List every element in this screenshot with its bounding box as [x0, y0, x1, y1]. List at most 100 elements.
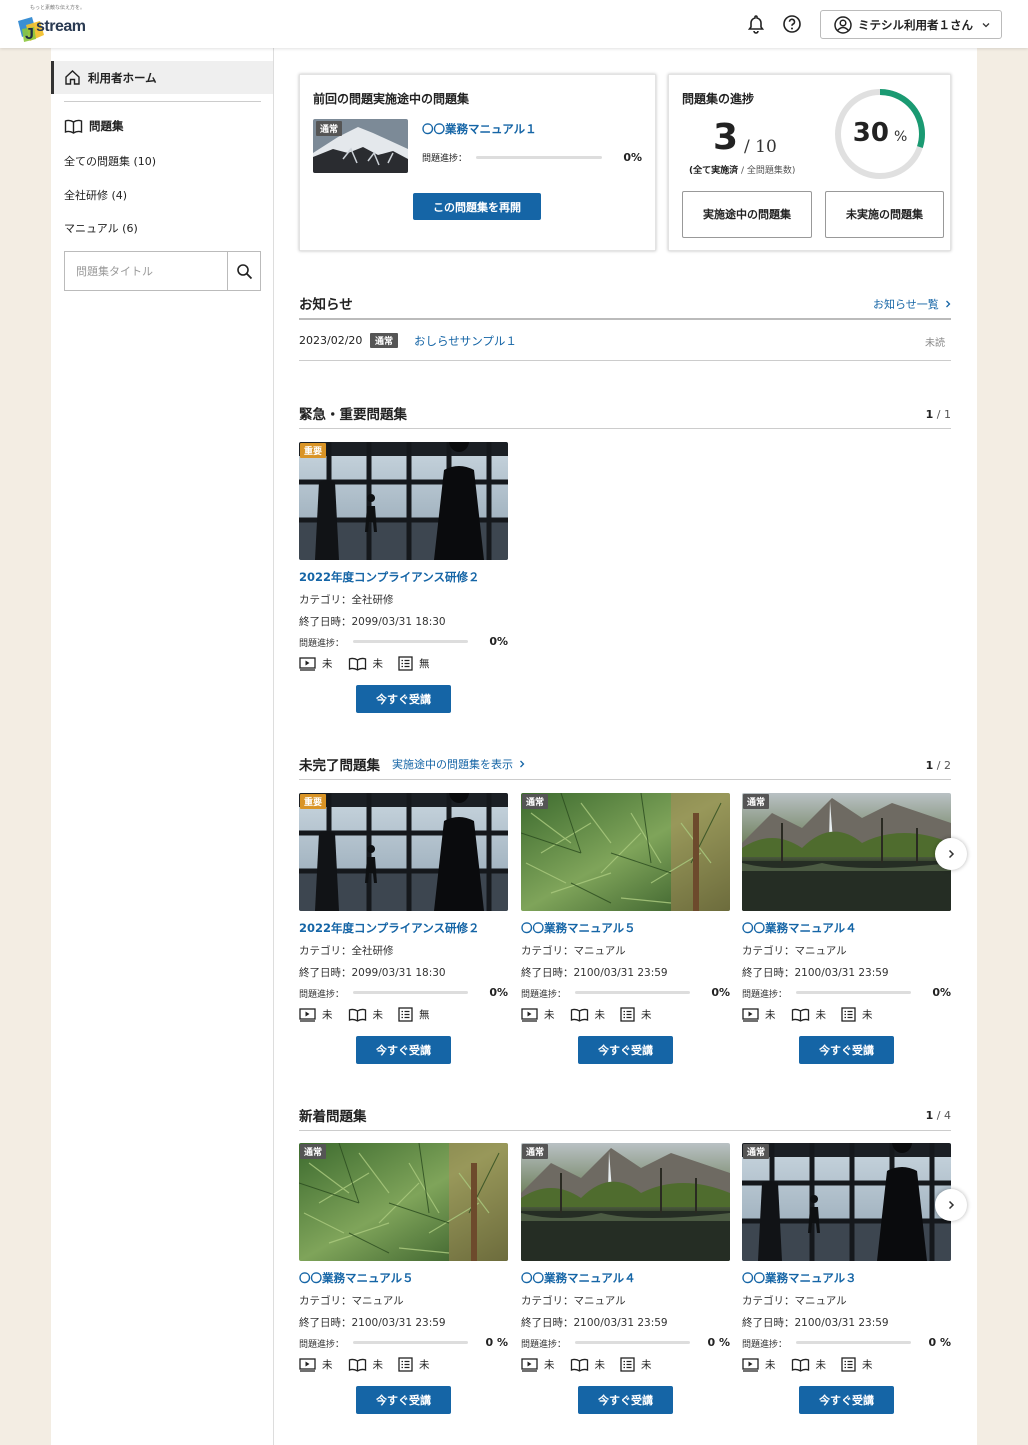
- category-value: マニュアル: [794, 1295, 847, 1307]
- news-title: お知らせ: [299, 297, 353, 313]
- workbook-status-row: 未 未 無: [299, 1007, 445, 1022]
- workbook-badge: 重要: [300, 794, 327, 809]
- workbook-title-link[interactable]: 〇〇業務マニュアル４: [521, 1270, 636, 1286]
- sidebar: 利用者ホーム 問題集 全ての問題集 (10) 全社研修 (4) マニュアル (6…: [51, 48, 274, 1445]
- workbook-status-row: 未 未 無: [299, 656, 445, 671]
- workbook-thumbnail[interactable]: [299, 442, 508, 560]
- progress-bar: [796, 1341, 911, 1344]
- list-icon: [398, 1007, 413, 1022]
- urgent-page-total: / 1: [933, 408, 951, 421]
- book-status: 未: [594, 1009, 606, 1021]
- workbook-card: 通常 〇〇業務マニュアル４ カテゴリ：マニュアル 終了日時：2100/03/31…: [742, 793, 951, 1083]
- progress-bar: [575, 991, 690, 994]
- end-date-value: 2100/03/31 23:59: [573, 1317, 668, 1329]
- list-status: 未: [641, 1009, 652, 1021]
- sidebar-item-manual[interactable]: マニュアル (6): [64, 220, 138, 236]
- workbook-badge: 通常: [300, 1144, 327, 1159]
- workbook-title-link[interactable]: 2022年度コンプライアンス研修２: [299, 569, 479, 585]
- workbook-thumbnail[interactable]: [299, 1143, 508, 1261]
- bell-icon[interactable]: [746, 14, 766, 34]
- workbook-title-link[interactable]: 〇〇業務マニュアル５: [521, 920, 636, 936]
- workbook-card: 通常 〇〇業務マニュアル５ カテゴリ：マニュアル 終了日時：2100/03/31…: [521, 793, 730, 1083]
- start-now-button[interactable]: 今すぐ受講: [356, 1036, 451, 1064]
- progress-label: 問題進捗：: [521, 990, 567, 1000]
- workbook-badge: 通常: [743, 794, 770, 809]
- help-icon[interactable]: [782, 14, 802, 34]
- resume-button[interactable]: この問題集を再開: [413, 193, 541, 220]
- count-caption: (全て実施済 / 全問題集数): [689, 163, 795, 176]
- news-badge: 通常: [370, 333, 399, 348]
- percent-value: 30: [852, 118, 889, 148]
- chevron-down-icon: [982, 22, 990, 27]
- chevron-right-icon: [948, 849, 955, 859]
- start-now-button[interactable]: 今すぐ受講: [356, 1386, 451, 1414]
- sidebar-item-all[interactable]: 全ての問題集 (10): [64, 153, 156, 169]
- sidebar-section-workbooks: 問題集: [64, 118, 124, 134]
- workbook-end-date: 終了日時：2100/03/31 23:59: [521, 1315, 668, 1330]
- workbook-category: カテゴリ：マニュアル: [521, 1293, 626, 1308]
- resume-workbook-link[interactable]: 〇〇業務マニュアル１: [422, 121, 537, 137]
- workbook-title-link[interactable]: 〇〇業務マニュアル５: [299, 1270, 414, 1286]
- chevron-right-icon: [945, 300, 951, 308]
- user-circle-icon: [834, 15, 852, 34]
- workbook-title-link[interactable]: 〇〇業務マニュアル３: [742, 1270, 857, 1286]
- end-date-value: 2100/03/31 23:59: [794, 967, 889, 979]
- workbook-category: カテゴリ：全社研修: [299, 943, 394, 958]
- progress-value: 0 %: [707, 1336, 730, 1349]
- workbook-thumbnail[interactable]: [299, 793, 508, 911]
- workbook-end-date: 終了日時：2099/03/31 18:30: [299, 614, 446, 629]
- jstream-logo[interactable]: もっと素敵な伝え方を。 J stream: [12, 4, 96, 44]
- start-now-button[interactable]: 今すぐ受講: [578, 1036, 673, 1064]
- completed-count: 3: [713, 117, 739, 158]
- progress-bar: [353, 640, 468, 643]
- search-button[interactable]: [227, 252, 260, 290]
- workbook-thumbnail[interactable]: [521, 793, 730, 911]
- start-now-button[interactable]: 今すぐ受講: [799, 1036, 894, 1064]
- video-icon: [521, 1357, 538, 1372]
- inprogress-workbooks-button[interactable]: 実施途中の問題集: [682, 191, 812, 238]
- workbook-end-date: 終了日時：2099/03/31 18:30: [299, 965, 446, 980]
- workbook-thumbnail[interactable]: [742, 1143, 951, 1261]
- list-icon: [398, 1357, 413, 1372]
- newest-next-button[interactable]: [935, 1189, 967, 1221]
- count-caption-rest: / 全問題集数): [738, 166, 796, 176]
- notstarted-workbooks-button[interactable]: 未実施の問題集: [825, 191, 944, 238]
- list-status: 無: [419, 658, 430, 670]
- workbook-title-link[interactable]: 2022年度コンプライアンス研修２: [299, 920, 479, 936]
- news-all-link[interactable]: お知らせ一覧: [873, 296, 953, 312]
- workbook-card: 重要 2022年度コンプライアンス研修２ カテゴリ：全社研修 終了日時：2099…: [299, 442, 508, 732]
- sidebar-item-home-label: 利用者ホーム: [88, 70, 157, 85]
- book-icon: [64, 119, 83, 134]
- news-divider: [299, 318, 951, 320]
- category-label: カテゴリ：: [521, 945, 574, 957]
- workbook-thumbnail[interactable]: [742, 793, 951, 911]
- workbook-end-date: 終了日時：2100/03/31 23:59: [299, 1315, 446, 1330]
- news-item-link[interactable]: おしらせサンプル１: [414, 333, 517, 349]
- video-icon: [299, 656, 316, 671]
- sidebar-item-company-training[interactable]: 全社研修 (4): [64, 187, 127, 203]
- progress-label: 問題進捗：: [299, 990, 345, 1000]
- workbook-card: 通常 〇〇業務マニュアル５ カテゴリ：マニュアル 終了日時：2100/03/31…: [299, 1143, 508, 1433]
- search-input[interactable]: [65, 252, 227, 290]
- end-date-label: 終了日時：: [299, 616, 352, 628]
- resume-progress-bar: [476, 156, 602, 159]
- workbook-title-link[interactable]: 〇〇業務マニュアル４: [742, 920, 857, 936]
- news-all-link-label: お知らせ一覧: [873, 298, 939, 311]
- start-now-button[interactable]: 今すぐ受講: [578, 1386, 673, 1414]
- workbook-thumbnail[interactable]: [521, 1143, 730, 1261]
- urgent-divider: [299, 428, 951, 429]
- video-status: 未: [322, 1009, 333, 1021]
- incomplete-page-total: / 2: [933, 759, 951, 772]
- incomplete-next-button[interactable]: [935, 838, 967, 870]
- progress-bar: [796, 991, 911, 994]
- book-icon: [348, 1358, 366, 1372]
- start-now-button[interactable]: 今すぐ受講: [799, 1386, 894, 1414]
- user-name: ミテシル利用者１さん: [858, 17, 973, 32]
- sidebar-item-home[interactable]: 利用者ホーム: [51, 61, 273, 94]
- show-inprogress-link[interactable]: 実施途中の問題集を表示: [392, 756, 527, 772]
- start-now-button[interactable]: 今すぐ受講: [356, 685, 451, 713]
- progress-label: 問題進捗：: [742, 990, 788, 1000]
- workbook-end-date: 終了日時：2100/03/31 23:59: [742, 965, 889, 980]
- user-menu-button[interactable]: ミテシル利用者１さん: [820, 10, 1002, 39]
- workbook-category: カテゴリ：マニュアル: [299, 1293, 404, 1308]
